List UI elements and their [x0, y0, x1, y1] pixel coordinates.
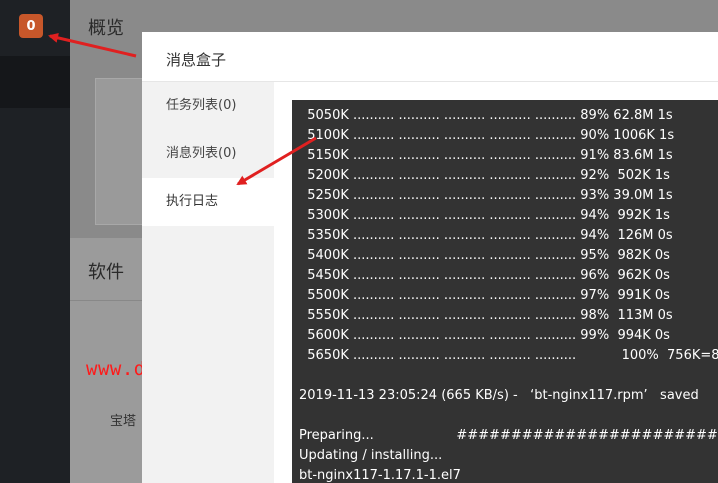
log-line: Preparing... ########################## — [299, 428, 718, 443]
modal-title: 消息盒子 — [166, 51, 227, 69]
overview-title: 概览 — [88, 18, 124, 39]
log-line: 5550K .......... .......... .......... .… — [299, 308, 673, 323]
log-line: 2019-11-13 23:05:24 (665 KB/s) - ‘bt-ngi… — [299, 388, 699, 403]
log-line: 5250K .......... .......... .......... .… — [299, 188, 673, 203]
tab-message-list[interactable]: 消息列表(0) — [142, 130, 274, 178]
log-line: 5600K .......... .......... .......... .… — [299, 328, 670, 343]
log-line: 5050K .......... .......... .......... .… — [299, 108, 673, 123]
log-line: bt-nginx117-1.17.1-1.el7 — [299, 468, 461, 483]
log-output: 5050K .......... .......... .......... .… — [292, 100, 718, 483]
tab-task-list[interactable]: 任务列表(0) — [142, 82, 274, 130]
log-line: 5300K .......... .......... .......... .… — [299, 208, 670, 223]
log-line: 5500K .......... .......... .......... .… — [299, 288, 670, 303]
tab-execution-log[interactable]: 执行日志 — [142, 178, 274, 226]
message-box-modal: 消息盒子 任务列表(0) 消息列表(0) 执行日志 5050K ........… — [142, 32, 718, 483]
message-count-badge[interactable]: 0 — [19, 14, 43, 38]
execution-log-console[interactable]: 5050K .......... .......... .......... .… — [292, 100, 718, 483]
log-line: 5450K .......... .......... .......... .… — [299, 268, 670, 283]
log-line: 5400K .......... .......... .......... .… — [299, 248, 670, 263]
log-line: 5650K .......... .......... .......... .… — [299, 348, 718, 363]
software-divider — [70, 300, 142, 301]
left-nav: 0 — [0, 0, 70, 483]
log-line: 5200K .......... .......... .......... .… — [299, 168, 670, 183]
log-line: Updating / installing... — [299, 448, 443, 463]
modal-sidebar: 任务列表(0) 消息列表(0) 执行日志 — [142, 82, 274, 483]
log-line: 5100K .......... .......... .......... .… — [299, 128, 675, 143]
bt-panel-label: 宝塔 — [110, 414, 137, 429]
log-line: 5150K .......... .......... .......... .… — [299, 148, 673, 163]
left-nav-active-band — [0, 56, 70, 108]
software-title: 软件 — [88, 262, 124, 283]
log-line: 5350K .......... .......... .......... .… — [299, 228, 673, 243]
